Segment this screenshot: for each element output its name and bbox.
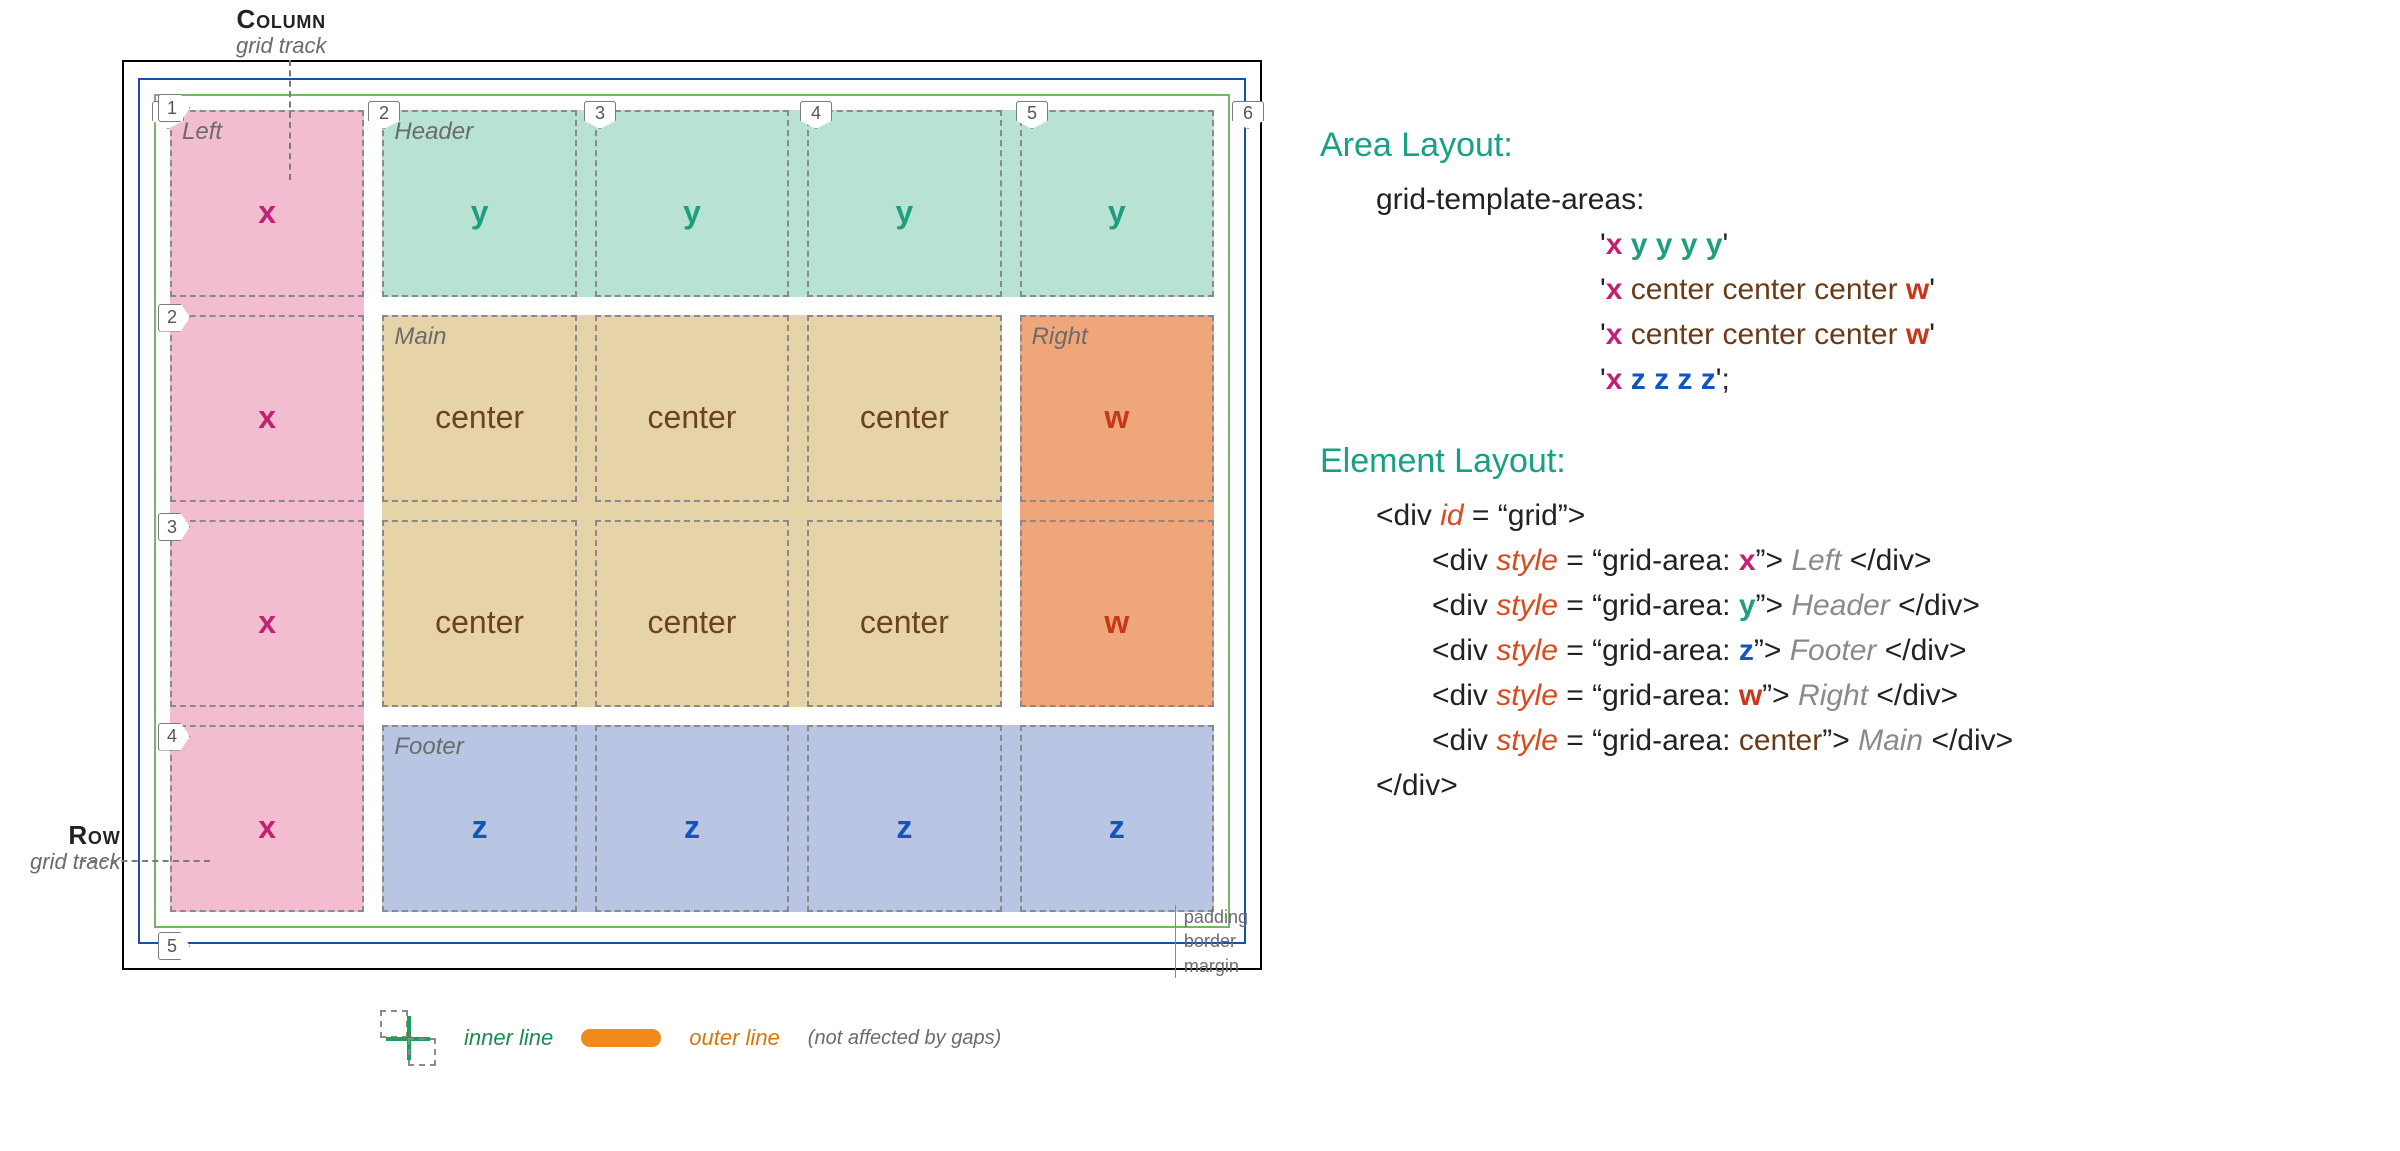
column-axis-caption: Column	[236, 4, 326, 35]
row-track-leader	[80, 860, 210, 862]
gta-row: 'x center center center w'	[1320, 267, 2340, 312]
legend: inner line outer line (not affected by g…	[380, 1010, 1001, 1066]
gta-property: grid-template-areas:	[1320, 177, 2340, 222]
gta-row: 'x center center center w'	[1320, 312, 2340, 357]
inner-line-swatch	[380, 1010, 436, 1066]
column-line-6: 6	[1232, 101, 1264, 129]
code-line: <div style = “grid-area: z”> Footer </di…	[1320, 628, 2340, 673]
area-footer-label: Footer	[394, 733, 463, 761]
area-right-label: Right	[1032, 323, 1088, 351]
element-layout-title: Element Layout:	[1320, 436, 2340, 487]
gta-row: 'x z z z z';	[1320, 357, 2340, 402]
code-line: <div style = “grid-area: y”> Header </di…	[1320, 583, 2340, 628]
code-line: <div id = “grid”>	[1320, 493, 2340, 538]
column-axis-track: grid track	[236, 33, 326, 59]
area-layout-title: Area Layout:	[1320, 120, 2340, 171]
area-left-label: Left	[182, 118, 222, 146]
area-left: Left	[170, 110, 364, 912]
code-line: <div style = “grid-area: x”> Left </div>	[1320, 538, 2340, 583]
border-box: Left Header Main Right Footer xyyyyxcent…	[138, 78, 1246, 944]
grid-areas: Left Header Main Right Footer	[170, 110, 1214, 912]
outer-line-note: (not affected by gaps)	[808, 1027, 1001, 1050]
row-axis-caption: Row	[30, 820, 120, 851]
row-axis-track: grid track	[30, 849, 120, 875]
area-main: Main	[382, 315, 1001, 707]
element-layout-code: <div id = “grid”><div style = “grid-area…	[1320, 493, 2340, 808]
row-line-5: 5	[158, 932, 190, 960]
outer-line-swatch	[581, 1029, 661, 1047]
row-axis-label: Row grid track	[30, 820, 120, 875]
code-line: </div>	[1320, 763, 2340, 808]
padding-box: Left Header Main Right Footer xyyyyxcent…	[154, 94, 1230, 928]
column-track-leader	[289, 60, 291, 180]
area-header: Header	[382, 110, 1214, 297]
code-explanation: Area Layout: grid-template-areas: 'x y y…	[1320, 120, 2340, 808]
code-line: <div style = “grid-area: w”> Right </div…	[1320, 673, 2340, 718]
gta-row: 'x y y y y'	[1320, 222, 2340, 267]
padding-callout: padding	[1175, 905, 1248, 929]
area-header-label: Header	[394, 118, 473, 146]
area-main-label: Main	[394, 323, 446, 351]
column-axis-label: Column grid track	[236, 4, 326, 59]
gta-rows: 'x y y y y''x center center center w''x …	[1320, 222, 2340, 402]
area-right: Right	[1020, 315, 1214, 707]
margin-callout: margin	[1175, 954, 1248, 978]
code-line: <div style = “grid-area: center”> Main <…	[1320, 718, 2340, 763]
grid-diagram: Left Header Main Right Footer xyyyyxcent…	[122, 60, 1262, 970]
inner-line-label: inner line	[464, 1025, 553, 1051]
box-model-callouts: padding border margin	[1163, 905, 1248, 978]
outer-line-label: outer line	[689, 1025, 780, 1051]
area-footer: Footer	[382, 725, 1214, 912]
border-callout: border	[1175, 929, 1248, 953]
